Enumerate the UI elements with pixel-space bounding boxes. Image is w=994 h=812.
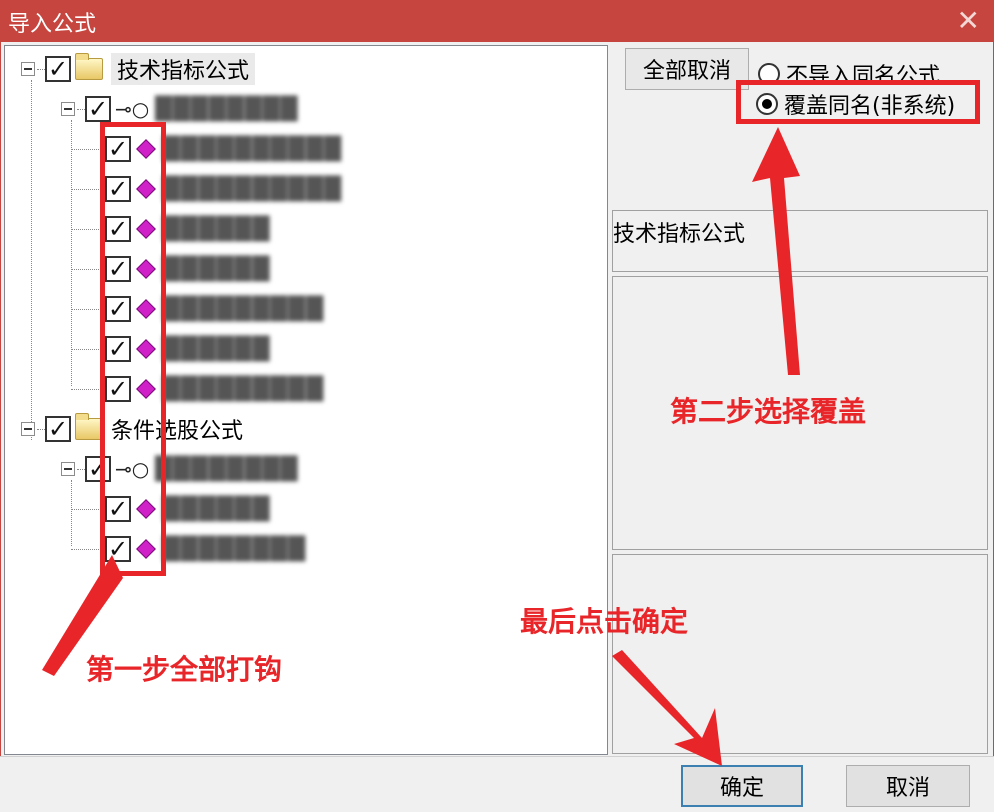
annotation-step3: 最后点击确定 bbox=[520, 605, 689, 638]
tree-subgroup[interactable]: ✓ ⊸○ ████████ bbox=[61, 454, 299, 484]
title-bar: 导入公式 ✕ bbox=[0, 0, 994, 42]
key-icon: ⊸○ bbox=[115, 97, 150, 121]
cancel-button[interactable]: 取消 bbox=[846, 765, 970, 807]
checkbox[interactable]: ✓ bbox=[85, 96, 111, 122]
close-icon[interactable]: ✕ bbox=[957, 4, 980, 37]
tree-item-label: █████████ bbox=[163, 376, 325, 402]
tree-item-label: ██████ bbox=[163, 216, 271, 242]
tree-item-label: ████████ bbox=[163, 536, 307, 562]
checkbox[interactable]: ✓ bbox=[45, 416, 71, 442]
tree-item-label: ██████ bbox=[163, 336, 271, 362]
annotation-step2: 第二步选择覆盖 bbox=[670, 395, 867, 428]
cancel-all-button[interactable]: 全部取消 bbox=[625, 48, 749, 90]
highlight-checkboxes bbox=[100, 122, 166, 576]
tree-group-technical[interactable]: ✓ 技术指标公式 bbox=[21, 53, 256, 85]
folder-icon bbox=[75, 53, 103, 80]
folder-icon bbox=[75, 413, 103, 440]
tree-subgroup-label: ████████ bbox=[155, 456, 299, 482]
tree-subgroup-label: ████████ bbox=[155, 96, 299, 122]
button-bar bbox=[0, 756, 994, 812]
selected-category-label: 技术指标公式 bbox=[613, 222, 746, 247]
collapse-icon[interactable] bbox=[61, 462, 75, 476]
tree-group-label: 技术指标公式 bbox=[111, 53, 256, 85]
detail-panel bbox=[612, 554, 988, 754]
tree-item-label: ██████████ bbox=[163, 136, 343, 162]
tree-connector bbox=[31, 80, 32, 440]
collapse-icon[interactable] bbox=[21, 62, 35, 76]
tree-item-label: ██████ bbox=[163, 256, 271, 282]
collapse-icon[interactable] bbox=[21, 422, 35, 436]
highlight-overwrite bbox=[736, 80, 980, 124]
tree-item-label: ██████ bbox=[163, 496, 271, 522]
annotation-step1: 第一步全部打钩 bbox=[86, 653, 283, 686]
tree-item-label: █████████ bbox=[163, 296, 325, 322]
tree-subgroup[interactable]: ✓ ⊸○ ████████ bbox=[61, 94, 299, 124]
collapse-icon[interactable] bbox=[61, 102, 75, 116]
window-title: 导入公式 bbox=[8, 12, 97, 37]
tree-item-label: ██████████ bbox=[163, 176, 343, 202]
checkbox[interactable]: ✓ bbox=[45, 56, 71, 82]
ok-button[interactable]: 确定 bbox=[681, 765, 803, 807]
